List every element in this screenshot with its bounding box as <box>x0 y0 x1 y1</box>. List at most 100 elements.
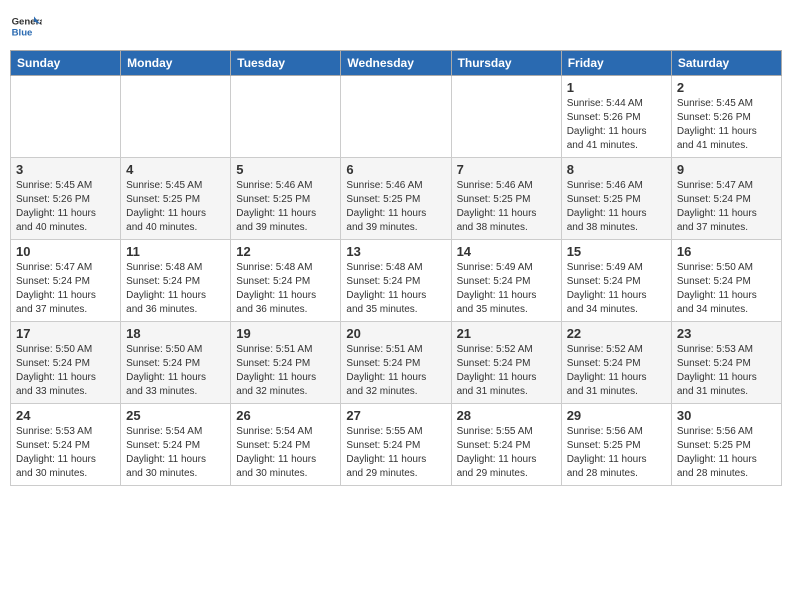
day-info: Sunrise: 5:46 AM Sunset: 5:25 PM Dayligh… <box>567 179 666 235</box>
day-number: 3 <box>16 162 115 177</box>
calendar-cell: 5 Sunrise: 5:46 AM Sunset: 5:25 PM Daylig… <box>231 158 341 240</box>
day-number: 28 <box>457 408 556 423</box>
calendar-cell: 23 Sunrise: 5:53 AM Sunset: 5:24 PM Dayli… <box>671 322 781 404</box>
weekday-header-friday: Friday <box>561 51 671 76</box>
calendar-week-2: 3Sunrise: 5:45 AM Sunset: 5:26 PM Daylig… <box>11 158 782 240</box>
header: General Blue <box>10 10 782 42</box>
calendar-cell: 20 Sunrise: 5:51 AM Sunset: 5:24 PM Dayli… <box>341 322 451 404</box>
day-number: 14 <box>457 244 556 259</box>
day-info: Sunrise: 5:46 AM Sunset: 5:25 PM Dayligh… <box>457 179 556 235</box>
day-info: Sunrise: 5:52 AM Sunset: 5:24 PM Dayligh… <box>567 343 666 399</box>
day-number: 27 <box>346 408 445 423</box>
day-number: 2 <box>677 80 776 95</box>
day-info: Sunrise: 5:46 AM Sunset: 5:25 PM Dayligh… <box>236 179 335 235</box>
calendar-cell: 29 Sunrise: 5:56 AM Sunset: 5:25 PM Dayli… <box>561 404 671 486</box>
weekday-header-sunday: Sunday <box>11 51 121 76</box>
day-info: Sunrise: 5:55 AM Sunset: 5:24 PM Dayligh… <box>346 425 445 481</box>
day-number: 18 <box>126 326 225 341</box>
calendar-week-3: 10 Sunrise: 5:47 AM Sunset: 5:24 PM Dayli… <box>11 240 782 322</box>
calendar-cell: 14 Sunrise: 5:49 AM Sunset: 5:24 PM Dayli… <box>451 240 561 322</box>
day-info: Sunrise: 5:54 AM Sunset: 5:24 PM Dayligh… <box>236 425 335 481</box>
weekday-header-tuesday: Tuesday <box>231 51 341 76</box>
day-number: 6 <box>346 162 445 177</box>
day-number: 25 <box>126 408 225 423</box>
day-info: Sunrise: 5:48 AM Sunset: 5:24 PM Dayligh… <box>126 261 225 317</box>
day-number: 30 <box>677 408 776 423</box>
day-number: 26 <box>236 408 335 423</box>
calendar-cell: 4Sunrise: 5:45 AM Sunset: 5:25 PM Daylig… <box>121 158 231 240</box>
day-info: Sunrise: 5:48 AM Sunset: 5:24 PM Dayligh… <box>236 261 335 317</box>
svg-text:Blue: Blue <box>12 28 33 39</box>
logo: General Blue <box>10 10 42 42</box>
day-number: 1 <box>567 80 666 95</box>
calendar-cell: 15Sunrise: 5:49 AM Sunset: 5:24 PM Dayli… <box>561 240 671 322</box>
day-number: 24 <box>16 408 115 423</box>
calendar-cell: 11 Sunrise: 5:48 AM Sunset: 5:24 PM Dayli… <box>121 240 231 322</box>
weekday-header-thursday: Thursday <box>451 51 561 76</box>
calendar-cell <box>231 76 341 158</box>
day-number: 8 <box>567 162 666 177</box>
day-info: Sunrise: 5:51 AM Sunset: 5:24 PM Dayligh… <box>236 343 335 399</box>
day-info: Sunrise: 5:50 AM Sunset: 5:24 PM Dayligh… <box>126 343 225 399</box>
day-info: Sunrise: 5:53 AM Sunset: 5:24 PM Dayligh… <box>16 425 115 481</box>
day-number: 29 <box>567 408 666 423</box>
day-number: 22 <box>567 326 666 341</box>
calendar-cell: 2 Sunrise: 5:45 AM Sunset: 5:26 PM Daylig… <box>671 76 781 158</box>
calendar-table: SundayMondayTuesdayWednesdayThursdayFrid… <box>10 50 782 486</box>
day-info: Sunrise: 5:52 AM Sunset: 5:24 PM Dayligh… <box>457 343 556 399</box>
day-number: 12 <box>236 244 335 259</box>
day-number: 17 <box>16 326 115 341</box>
calendar-cell: 28 Sunrise: 5:55 AM Sunset: 5:24 PM Dayli… <box>451 404 561 486</box>
day-info: Sunrise: 5:47 AM Sunset: 5:24 PM Dayligh… <box>16 261 115 317</box>
calendar-cell <box>11 76 121 158</box>
calendar-cell: 24 Sunrise: 5:53 AM Sunset: 5:24 PM Dayli… <box>11 404 121 486</box>
day-number: 15 <box>567 244 666 259</box>
day-number: 21 <box>457 326 556 341</box>
day-info: Sunrise: 5:53 AM Sunset: 5:24 PM Dayligh… <box>677 343 776 399</box>
calendar-cell: 16 Sunrise: 5:50 AM Sunset: 5:24 PM Dayli… <box>671 240 781 322</box>
day-info: Sunrise: 5:51 AM Sunset: 5:24 PM Dayligh… <box>346 343 445 399</box>
calendar-cell: 25 Sunrise: 5:54 AM Sunset: 5:24 PM Dayli… <box>121 404 231 486</box>
calendar-cell: 22 Sunrise: 5:52 AM Sunset: 5:24 PM Dayli… <box>561 322 671 404</box>
calendar-cell: 9Sunrise: 5:47 AM Sunset: 5:24 PM Daylig… <box>671 158 781 240</box>
day-info: Sunrise: 5:55 AM Sunset: 5:24 PM Dayligh… <box>457 425 556 481</box>
calendar-cell: 18 Sunrise: 5:50 AM Sunset: 5:24 PM Dayli… <box>121 322 231 404</box>
day-info: Sunrise: 5:45 AM Sunset: 5:25 PM Dayligh… <box>126 179 225 235</box>
calendar-cell <box>121 76 231 158</box>
weekday-header-monday: Monday <box>121 51 231 76</box>
calendar-cell: 7 Sunrise: 5:46 AM Sunset: 5:25 PM Daylig… <box>451 158 561 240</box>
day-number: 19 <box>236 326 335 341</box>
day-info: Sunrise: 5:48 AM Sunset: 5:24 PM Dayligh… <box>346 261 445 317</box>
calendar-cell <box>341 76 451 158</box>
day-info: Sunrise: 5:56 AM Sunset: 5:25 PM Dayligh… <box>567 425 666 481</box>
day-number: 13 <box>346 244 445 259</box>
calendar-cell: 6 Sunrise: 5:46 AM Sunset: 5:25 PM Daylig… <box>341 158 451 240</box>
day-number: 5 <box>236 162 335 177</box>
calendar-cell: 12 Sunrise: 5:48 AM Sunset: 5:24 PM Dayli… <box>231 240 341 322</box>
weekday-header-wednesday: Wednesday <box>341 51 451 76</box>
day-info: Sunrise: 5:47 AM Sunset: 5:24 PM Dayligh… <box>677 179 776 235</box>
calendar-cell <box>451 76 561 158</box>
day-number: 11 <box>126 244 225 259</box>
day-info: Sunrise: 5:46 AM Sunset: 5:25 PM Dayligh… <box>346 179 445 235</box>
day-number: 10 <box>16 244 115 259</box>
calendar-week-1: 1 Sunrise: 5:44 AM Sunset: 5:26 PM Daylig… <box>11 76 782 158</box>
day-number: 20 <box>346 326 445 341</box>
logo-icon: General Blue <box>10 10 42 42</box>
day-info: Sunrise: 5:50 AM Sunset: 5:24 PM Dayligh… <box>677 261 776 317</box>
day-number: 16 <box>677 244 776 259</box>
day-info: Sunrise: 5:45 AM Sunset: 5:26 PM Dayligh… <box>677 97 776 153</box>
day-info: Sunrise: 5:49 AM Sunset: 5:24 PM Dayligh… <box>457 261 556 317</box>
calendar-week-4: 17 Sunrise: 5:50 AM Sunset: 5:24 PM Dayli… <box>11 322 782 404</box>
calendar-cell: 17Sunrise: 5:50 AM Sunset: 5:24 PM Dayli… <box>11 322 121 404</box>
day-number: 7 <box>457 162 556 177</box>
calendar-cell: 13 Sunrise: 5:48 AM Sunset: 5:24 PM Dayli… <box>341 240 451 322</box>
calendar-cell: 8 Sunrise: 5:46 AM Sunset: 5:25 PM Daylig… <box>561 158 671 240</box>
calendar-cell: 10 Sunrise: 5:47 AM Sunset: 5:24 PM Dayli… <box>11 240 121 322</box>
day-info: Sunrise: 5:44 AM Sunset: 5:26 PM Dayligh… <box>567 97 666 153</box>
calendar-week-5: 24 Sunrise: 5:53 AM Sunset: 5:24 PM Dayli… <box>11 404 782 486</box>
day-info: Sunrise: 5:54 AM Sunset: 5:24 PM Dayligh… <box>126 425 225 481</box>
calendar-cell: 30Sunrise: 5:56 AM Sunset: 5:25 PM Dayli… <box>671 404 781 486</box>
weekday-header-saturday: Saturday <box>671 51 781 76</box>
day-number: 23 <box>677 326 776 341</box>
